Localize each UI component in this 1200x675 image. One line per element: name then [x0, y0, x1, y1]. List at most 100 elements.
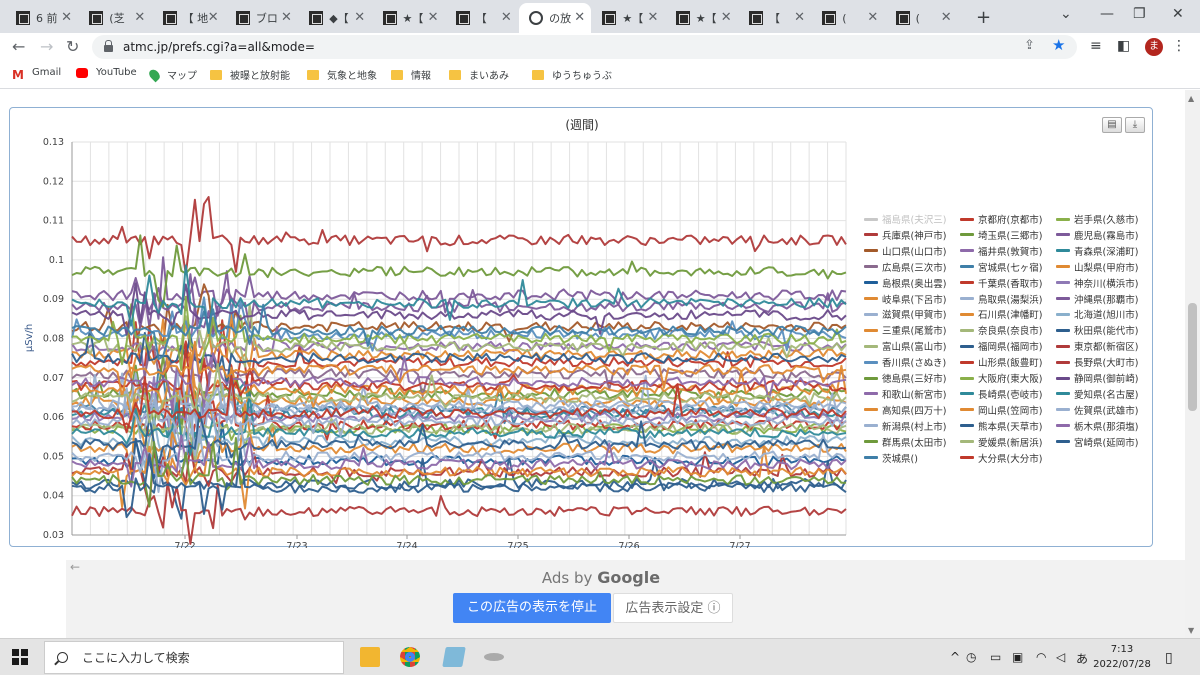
tray-icon[interactable]: ◷	[966, 650, 976, 664]
chevron-up-icon[interactable]: ^	[950, 650, 960, 664]
legend-item[interactable]: 愛媛県(新居浜)	[960, 435, 1042, 449]
legend-item[interactable]: 秋田県(能代市)	[1056, 323, 1138, 337]
bookmark-item[interactable]: 気象と地象	[307, 67, 377, 82]
close-tab-icon[interactable]: ✕	[941, 10, 952, 25]
legend-item[interactable]: 京都府(京都市)	[960, 212, 1042, 226]
legend-item[interactable]: 島根県(奥出雲)	[864, 276, 946, 290]
taskbar-search-box[interactable]: ここに入力して検索	[44, 641, 344, 674]
legend-item[interactable]: 宮城県(七ヶ宿)	[960, 260, 1042, 274]
legend-item[interactable]: 愛知県(名古屋)	[1056, 387, 1138, 401]
new-tab-icon[interactable]: +	[976, 7, 991, 28]
windows-start-icon[interactable]	[12, 649, 28, 665]
legend-item[interactable]: 茨城県()	[864, 451, 918, 465]
legend-item[interactable]: 奈良県(奈良市)	[960, 323, 1042, 337]
forward-arrow-icon[interactable]: →	[40, 37, 53, 56]
address-bar[interactable]: atmc.jp/prefs.cgi?a=all&mode=	[92, 35, 1077, 59]
legend-item[interactable]: 鳥取県(湯梨浜)	[960, 292, 1042, 306]
legend-item[interactable]: 宮崎県(延岡市)	[1056, 435, 1138, 449]
bookmark-item[interactable]: マップ	[147, 67, 197, 82]
browser-tab[interactable]: ★【 ✕	[373, 3, 445, 33]
legend-item[interactable]: 長崎県(壱岐市)	[960, 387, 1042, 401]
wifi-icon[interactable]: ◠	[1036, 650, 1046, 664]
reload-icon[interactable]: ↻	[66, 37, 79, 56]
legend-item[interactable]: 岐阜県(下呂市)	[864, 292, 946, 306]
system-clock[interactable]: 7:13 2022/07/28	[1092, 642, 1152, 672]
minimize-icon[interactable]: —	[1100, 6, 1114, 22]
app-icon[interactable]	[484, 653, 504, 661]
legend-item[interactable]: 福岡県(福岡市)	[960, 339, 1042, 353]
notepad-icon[interactable]	[442, 647, 466, 667]
browser-tab[interactable]: 【✕	[739, 3, 811, 33]
legend-item[interactable]: 山形県(飯豊町)	[960, 355, 1042, 369]
browser-tab[interactable]: 6 前 ✕	[6, 3, 78, 33]
profile-avatar[interactable]: ま	[1145, 38, 1163, 56]
legend-item[interactable]: 岩手県(久慈市)	[1056, 212, 1138, 226]
browser-tab[interactable]: (✕	[886, 3, 958, 33]
scroll-down-icon[interactable]: ▼	[1188, 626, 1194, 635]
bookmark-item[interactable]: まいあみ	[449, 67, 509, 82]
bookmark-item[interactable]: M Gmail	[12, 67, 61, 82]
lock-icon[interactable]	[104, 40, 113, 52]
close-tab-icon[interactable]: ✕	[721, 10, 732, 25]
browser-tab[interactable]: ★【 ✕	[592, 3, 664, 33]
legend-item[interactable]: 北海道(旭川市)	[1056, 307, 1138, 321]
close-tab-icon[interactable]: ✕	[208, 10, 219, 25]
legend-item[interactable]: 福島県(夫沢三)	[864, 212, 946, 226]
file-explorer-icon[interactable]	[360, 647, 380, 667]
close-tab-icon[interactable]: ✕	[574, 10, 585, 25]
browser-tab[interactable]: (芝 ✕	[79, 3, 151, 33]
legend-item[interactable]: 千葉県(香取市)	[960, 276, 1042, 290]
legend-item[interactable]: 徳島県(三好市)	[864, 371, 946, 385]
legend-item[interactable]: 富山県(富山市)	[864, 339, 946, 353]
close-tab-icon[interactable]: ✕	[794, 10, 805, 25]
browser-tab[interactable]: (✕	[812, 3, 884, 33]
volume-icon[interactable]: ◁	[1056, 650, 1065, 664]
browser-tab[interactable]: ブロ ✕	[226, 3, 298, 33]
legend-item[interactable]: 山口県(山口市)	[864, 244, 946, 258]
scroll-thumb[interactable]	[1188, 303, 1197, 411]
share-icon[interactable]: ⇪	[1024, 38, 1035, 53]
close-tab-icon[interactable]: ✕	[647, 10, 658, 25]
legend-item[interactable]: 福井県(敦賀市)	[960, 244, 1042, 258]
bookmark-item[interactable]: YouTube	[76, 67, 137, 78]
bookmark-item[interactable]: 被曝と放射能	[210, 67, 290, 82]
legend-item[interactable]: 兵庫県(神戸市)	[864, 228, 946, 242]
legend-item[interactable]: 東京都(新宿区)	[1056, 339, 1138, 353]
legend-item[interactable]: 沖縄県(那覇市)	[1056, 292, 1138, 306]
legend-item[interactable]: 静岡県(御前崎)	[1056, 371, 1138, 385]
legend-item[interactable]: 熊本県(天草市)	[960, 419, 1042, 433]
legend-item[interactable]: 岡山県(笠岡市)	[960, 403, 1042, 417]
legend-item[interactable]: 高知県(四万十)	[864, 403, 946, 417]
bookmark-item[interactable]: ゆうちゅうぶ	[532, 67, 612, 82]
legend-item[interactable]: 滋賀県(甲賀市)	[864, 307, 946, 321]
close-tab-icon[interactable]: ✕	[354, 10, 365, 25]
legend-item[interactable]: 大阪府(東大阪)	[960, 371, 1042, 385]
reading-list-icon[interactable]: ≡	[1090, 38, 1102, 54]
legend-item[interactable]: 山梨県(甲府市)	[1056, 260, 1138, 274]
chrome-icon[interactable]	[400, 647, 420, 667]
legend-item[interactable]: 群馬県(太田市)	[864, 435, 946, 449]
legend-item[interactable]: 三重県(尾鷲市)	[864, 323, 946, 337]
legend-item[interactable]: 長野県(大町市)	[1056, 355, 1138, 369]
tray-icon[interactable]: ▭	[990, 650, 1001, 664]
close-tab-icon[interactable]: ✕	[134, 10, 145, 25]
ad-settings-button[interactable]: 広告表示設定 ⓘ	[613, 593, 733, 623]
legend-item[interactable]: 栃木県(那須塩)	[1056, 419, 1138, 433]
scroll-up-icon[interactable]: ▲	[1188, 94, 1194, 103]
stop-ad-button[interactable]: この広告の表示を停止	[453, 593, 611, 623]
close-tab-icon[interactable]: ✕	[428, 10, 439, 25]
close-tab-icon[interactable]: ✕	[281, 10, 292, 25]
side-panel-icon[interactable]: ◧	[1117, 38, 1130, 54]
legend-item[interactable]: 埼玉県(三郷市)	[960, 228, 1042, 242]
restore-icon[interactable]: ❐	[1133, 6, 1146, 22]
browser-tab[interactable]: の放 ✕	[519, 3, 592, 33]
legend-item[interactable]: 香川県(さぬき)	[864, 355, 946, 369]
legend-item[interactable]: 広島県(三次市)	[864, 260, 946, 274]
browser-tab[interactable]: 【✕	[446, 3, 518, 33]
legend-item[interactable]: 和歌山(新宮市)	[864, 387, 946, 401]
page-scrollbar[interactable]: ▲ ▼	[1185, 90, 1200, 638]
notification-icon[interactable]: ▯	[1165, 650, 1173, 666]
browser-tab[interactable]: ◆【 ✕	[299, 3, 371, 33]
back-arrow-icon[interactable]: ←	[12, 37, 25, 56]
legend-item[interactable]: 鹿児島(霧島市)	[1056, 228, 1138, 242]
